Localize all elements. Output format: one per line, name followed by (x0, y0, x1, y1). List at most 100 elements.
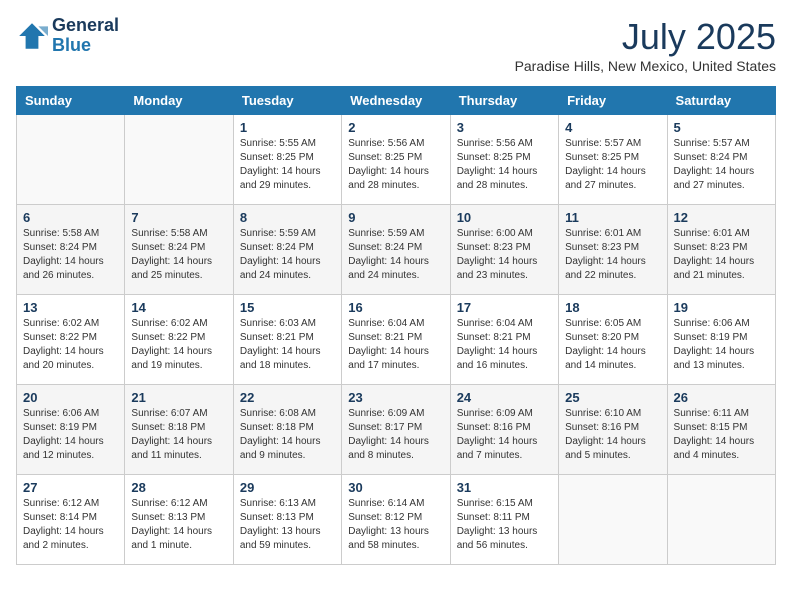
day-number: 8 (240, 210, 335, 225)
day-number: 29 (240, 480, 335, 495)
day-info: Sunrise: 5:58 AM Sunset: 8:24 PM Dayligh… (23, 227, 118, 283)
day-number: 11 (565, 210, 660, 225)
day-number: 3 (457, 120, 552, 135)
day-info: Sunrise: 6:10 AM Sunset: 8:16 PM Dayligh… (565, 407, 660, 463)
calendar-cell (17, 115, 125, 205)
calendar-cell: 4 Sunrise: 5:57 AM Sunset: 8:25 PM Daylig… (559, 115, 667, 205)
calendar-cell: 2 Sunrise: 5:56 AM Sunset: 8:25 PM Daylig… (342, 115, 450, 205)
day-number: 6 (23, 210, 118, 225)
calendar-cell: 18Sunrise: 6:05 AM Sunset: 8:20 PM Dayli… (559, 295, 667, 385)
day-number: 9 (348, 210, 443, 225)
calendar-cell: 21 Sunrise: 6:07 AM Sunset: 8:18 PM Dayli… (125, 385, 233, 475)
day-info: Sunrise: 6:04 AM Sunset: 8:21 PM Dayligh… (348, 317, 443, 373)
day-number: 4 (565, 120, 660, 135)
day-number: 22 (240, 390, 335, 405)
day-number: 27 (23, 480, 118, 495)
day-number: 5 (674, 120, 769, 135)
calendar-cell: 3 Sunrise: 5:56 AM Sunset: 8:25 PM Daylig… (450, 115, 558, 205)
day-number: 20 (23, 390, 118, 405)
calendar-cell (667, 475, 775, 565)
calendar-cell: 31 Sunrise: 6:15 AM Sunset: 8:11 PM Dayli… (450, 475, 558, 565)
day-number: 30 (348, 480, 443, 495)
location: Paradise Hills, New Mexico, United State… (515, 58, 776, 74)
calendar-cell: 13 Sunrise: 6:02 AM Sunset: 8:22 PM Dayli… (17, 295, 125, 385)
calendar-cell: 9Sunrise: 5:59 AM Sunset: 8:24 PM Daylig… (342, 205, 450, 295)
logo-icon (16, 20, 48, 52)
day-info: Sunrise: 6:04 AM Sunset: 8:21 PM Dayligh… (457, 317, 552, 373)
day-number: 1 (240, 120, 335, 135)
logo-text: GeneralBlue (52, 16, 119, 56)
calendar-cell: 1 Sunrise: 5:55 AM Sunset: 8:25 PM Daylig… (233, 115, 341, 205)
day-number: 15 (240, 300, 335, 315)
day-number: 12 (674, 210, 769, 225)
header-thursday: Thursday (450, 87, 558, 115)
day-info: Sunrise: 6:06 AM Sunset: 8:19 PM Dayligh… (674, 317, 769, 373)
day-info: Sunrise: 5:59 AM Sunset: 8:24 PM Dayligh… (240, 227, 335, 283)
calendar-cell: 30 Sunrise: 6:14 AM Sunset: 8:12 PM Dayli… (342, 475, 450, 565)
calendar-week-4: 20 Sunrise: 6:06 AM Sunset: 8:19 PM Dayli… (17, 385, 776, 475)
title-block: July 2025 Paradise Hills, New Mexico, Un… (515, 16, 776, 74)
day-number: 28 (131, 480, 226, 495)
calendar-cell: 12 Sunrise: 6:01 AM Sunset: 8:23 PM Dayli… (667, 205, 775, 295)
day-number: 21 (131, 390, 226, 405)
day-number: 23 (348, 390, 443, 405)
header-saturday: Saturday (667, 87, 775, 115)
calendar-cell: 14 Sunrise: 6:02 AM Sunset: 8:22 PM Dayli… (125, 295, 233, 385)
day-info: Sunrise: 6:01 AM Sunset: 8:23 PM Dayligh… (674, 227, 769, 283)
day-info: Sunrise: 6:12 AM Sunset: 8:13 PM Dayligh… (131, 497, 226, 553)
day-info: Sunrise: 6:13 AM Sunset: 8:13 PM Dayligh… (240, 497, 335, 553)
calendar-cell: 27Sunrise: 6:12 AM Sunset: 8:14 PM Dayli… (17, 475, 125, 565)
calendar-cell: 17 Sunrise: 6:04 AM Sunset: 8:21 PM Dayli… (450, 295, 558, 385)
day-info: Sunrise: 5:56 AM Sunset: 8:25 PM Dayligh… (457, 137, 552, 193)
day-info: Sunrise: 6:02 AM Sunset: 8:22 PM Dayligh… (23, 317, 118, 373)
day-info: Sunrise: 6:03 AM Sunset: 8:21 PM Dayligh… (240, 317, 335, 373)
logo: GeneralBlue (16, 16, 119, 56)
day-info: Sunrise: 6:15 AM Sunset: 8:11 PM Dayligh… (457, 497, 552, 553)
header-friday: Friday (559, 87, 667, 115)
calendar-cell: 19Sunrise: 6:06 AM Sunset: 8:19 PM Dayli… (667, 295, 775, 385)
day-number: 26 (674, 390, 769, 405)
day-number: 31 (457, 480, 552, 495)
calendar-cell (559, 475, 667, 565)
header-sunday: Sunday (17, 87, 125, 115)
calendar-cell: 22 Sunrise: 6:08 AM Sunset: 8:18 PM Dayli… (233, 385, 341, 475)
day-info: Sunrise: 5:57 AM Sunset: 8:25 PM Dayligh… (565, 137, 660, 193)
header-wednesday: Wednesday (342, 87, 450, 115)
day-info: Sunrise: 6:05 AM Sunset: 8:20 PM Dayligh… (565, 317, 660, 373)
day-info: Sunrise: 5:55 AM Sunset: 8:25 PM Dayligh… (240, 137, 335, 193)
month-title: July 2025 (515, 16, 776, 58)
day-info: Sunrise: 6:09 AM Sunset: 8:17 PM Dayligh… (348, 407, 443, 463)
calendar-cell: 24Sunrise: 6:09 AM Sunset: 8:16 PM Dayli… (450, 385, 558, 475)
calendar-cell: 11Sunrise: 6:01 AM Sunset: 8:23 PM Dayli… (559, 205, 667, 295)
day-number: 25 (565, 390, 660, 405)
calendar-week-3: 13 Sunrise: 6:02 AM Sunset: 8:22 PM Dayli… (17, 295, 776, 385)
calendar-cell: 15 Sunrise: 6:03 AM Sunset: 8:21 PM Dayli… (233, 295, 341, 385)
day-number: 16 (348, 300, 443, 315)
calendar-cell: 28 Sunrise: 6:12 AM Sunset: 8:13 PM Dayli… (125, 475, 233, 565)
calendar-cell: 10 Sunrise: 6:00 AM Sunset: 8:23 PM Dayli… (450, 205, 558, 295)
calendar-cell: 23 Sunrise: 6:09 AM Sunset: 8:17 PM Dayli… (342, 385, 450, 475)
day-info: Sunrise: 6:06 AM Sunset: 8:19 PM Dayligh… (23, 407, 118, 463)
day-info: Sunrise: 6:09 AM Sunset: 8:16 PM Dayligh… (457, 407, 552, 463)
calendar-cell: 5 Sunrise: 5:57 AM Sunset: 8:24 PM Daylig… (667, 115, 775, 205)
day-info: Sunrise: 6:00 AM Sunset: 8:23 PM Dayligh… (457, 227, 552, 283)
calendar-cell (125, 115, 233, 205)
day-info: Sunrise: 6:08 AM Sunset: 8:18 PM Dayligh… (240, 407, 335, 463)
day-number: 7 (131, 210, 226, 225)
calendar-cell: 29 Sunrise: 6:13 AM Sunset: 8:13 PM Dayli… (233, 475, 341, 565)
day-number: 17 (457, 300, 552, 315)
day-info: Sunrise: 6:02 AM Sunset: 8:22 PM Dayligh… (131, 317, 226, 373)
calendar-cell: 16 Sunrise: 6:04 AM Sunset: 8:21 PM Dayli… (342, 295, 450, 385)
day-info: Sunrise: 5:56 AM Sunset: 8:25 PM Dayligh… (348, 137, 443, 193)
header-tuesday: Tuesday (233, 87, 341, 115)
day-info: Sunrise: 6:14 AM Sunset: 8:12 PM Dayligh… (348, 497, 443, 553)
calendar-cell: 7Sunrise: 5:58 AM Sunset: 8:24 PM Daylig… (125, 205, 233, 295)
day-number: 13 (23, 300, 118, 315)
calendar-table: SundayMondayTuesdayWednesdayThursdayFrid… (16, 86, 776, 565)
calendar-week-1: 1 Sunrise: 5:55 AM Sunset: 8:25 PM Daylig… (17, 115, 776, 205)
day-number: 2 (348, 120, 443, 135)
day-info: Sunrise: 5:57 AM Sunset: 8:24 PM Dayligh… (674, 137, 769, 193)
day-info: Sunrise: 6:07 AM Sunset: 8:18 PM Dayligh… (131, 407, 226, 463)
day-number: 10 (457, 210, 552, 225)
day-number: 14 (131, 300, 226, 315)
